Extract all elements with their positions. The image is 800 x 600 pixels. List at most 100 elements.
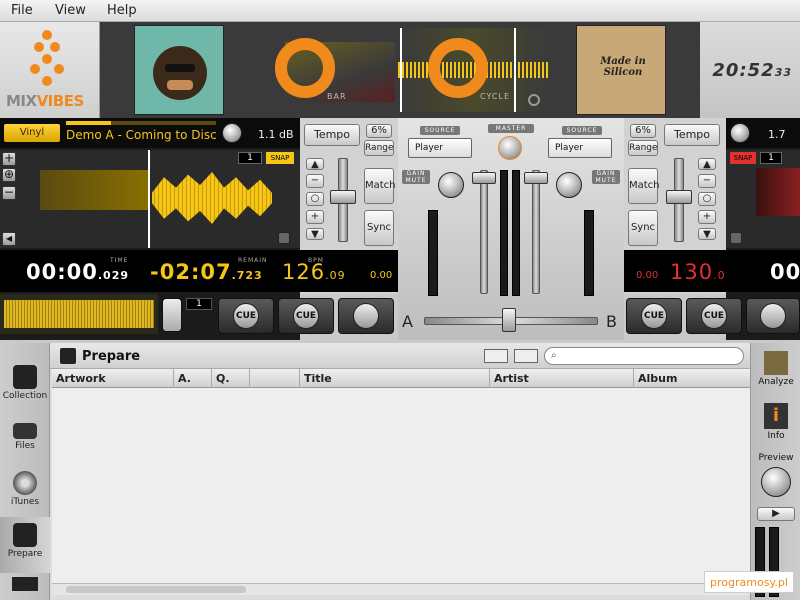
menu-help[interactable]: Help (107, 3, 137, 18)
pitch-plus-b[interactable]: + (698, 210, 716, 224)
pencil-icon-b[interactable] (730, 232, 742, 244)
zoom-out-icon-a[interactable]: − (2, 186, 16, 200)
channel-fader-right[interactable] (524, 172, 548, 184)
play-button-b[interactable] (746, 298, 800, 334)
cue-button-a2[interactable]: CUE (278, 298, 334, 334)
watermark: programosy.pl (704, 571, 794, 593)
tempo-button-a[interactable]: Tempo (304, 124, 360, 146)
pitch-minus-a[interactable]: − (306, 174, 324, 188)
pitch-fader-a[interactable] (330, 190, 356, 204)
zoom-icon[interactable] (528, 94, 540, 106)
menu-view[interactable]: View (55, 3, 86, 18)
loop-button-a[interactable] (162, 298, 182, 332)
search-input[interactable]: ⌕ (544, 347, 744, 365)
preview-knob[interactable] (761, 467, 791, 497)
cue-label-b2: CUE (701, 303, 727, 329)
source-select-left[interactable]: Player (408, 138, 472, 158)
range-button-b[interactable]: Range (628, 140, 658, 156)
sync-button-a[interactable]: Sync (364, 210, 394, 246)
channel-fader-left[interactable] (472, 172, 496, 184)
files-icon (13, 423, 37, 439)
track-list[interactable] (52, 388, 750, 583)
vinyl-button-a[interactable]: Vinyl (4, 124, 60, 142)
zoom-magnify-icon-a[interactable]: ⊕ (2, 168, 16, 182)
logo-dots-icon (30, 30, 70, 90)
cycle-label: CYCLE (480, 92, 510, 101)
nav-scroll-down-icon[interactable] (12, 577, 38, 591)
col-artist[interactable]: Artist (490, 369, 634, 388)
view-cover-icon[interactable] (514, 349, 538, 363)
col-album[interactable]: Album (634, 369, 750, 388)
pitch-reset-a[interactable]: ○ (306, 192, 324, 206)
cue-button-a1[interactable]: CUE (218, 298, 274, 334)
col-title[interactable]: Title (300, 369, 490, 388)
search-icon: ⌕ (551, 350, 557, 361)
collection-icon (13, 365, 37, 389)
preview-play-button[interactable]: ▶ (757, 507, 795, 521)
sync-button-b[interactable]: Sync (628, 210, 658, 246)
view-list-icon[interactable] (484, 349, 508, 363)
pitch-down-b[interactable]: ▼ (698, 228, 716, 240)
gain-knob-a[interactable] (222, 123, 242, 143)
pitch-fader-b[interactable] (666, 190, 692, 204)
match-button-b[interactable]: Match (628, 168, 660, 204)
pitch-up-b[interactable]: ▲ (698, 158, 716, 170)
play-button-a[interactable] (338, 298, 394, 334)
artwork-deck-b: Made in Silicon (576, 25, 666, 115)
vu-meter-master-r (512, 170, 520, 296)
tempo-button-b[interactable]: Tempo (664, 124, 720, 146)
loop-icon-a[interactable]: ◂ (2, 232, 16, 246)
nav-prepare[interactable]: Prepare (0, 517, 50, 573)
source-label-right: SOURCE (562, 126, 602, 135)
col-artwork[interactable]: Artwork (52, 369, 174, 388)
deck-b-pitch-panel: 6% Range Tempo Match Sync ▲ − ○ + ▼ 0.00… (624, 118, 733, 294)
cue-button-b1[interactable]: CUE (626, 298, 682, 334)
pitch-minus-b[interactable]: − (698, 174, 716, 188)
nav-files[interactable]: Files (0, 411, 50, 467)
col-a[interactable]: A. (174, 369, 212, 388)
nav-itunes[interactable]: iTunes (0, 465, 50, 521)
pitch-up-a[interactable]: ▲ (306, 158, 324, 170)
crossfader-a-label: A (402, 312, 413, 331)
browser: Collection Files iTunes Prepare Prepare (0, 343, 800, 600)
gain-knob-right[interactable] (556, 172, 582, 198)
cycle-ring (428, 38, 488, 98)
beat-counter-b: 1 (760, 152, 782, 164)
pitch-reset-b[interactable]: ○ (698, 192, 716, 206)
col-blank[interactable] (250, 369, 300, 388)
snap-button-a[interactable]: SNAP (266, 152, 294, 164)
overview-waveform-a[interactable] (0, 294, 158, 334)
deck-a-pitch-panel: Tempo 6% Range ▲ − ○ + ▼ Match Sync BPM … (282, 118, 398, 294)
gain-knob-left[interactable] (438, 172, 464, 198)
pencil-icon-a[interactable] (278, 232, 290, 244)
col-q[interactable]: Q. (212, 369, 250, 388)
nav-info[interactable]: i Info (751, 403, 800, 441)
match-button-a[interactable]: Match (364, 168, 396, 204)
pitch-plus-a[interactable]: + (306, 210, 324, 224)
channel-track-right (532, 170, 540, 294)
range-button-a[interactable]: Range (364, 140, 394, 156)
zoom-in-icon-a[interactable]: + (2, 152, 16, 166)
menu-file[interactable]: File (11, 3, 33, 18)
cue-button-b2[interactable]: CUE (686, 298, 742, 334)
nav-collection[interactable]: Collection (0, 359, 50, 415)
prepare-header: Prepare ⌕ (50, 343, 750, 369)
cue-label-b1: CUE (641, 303, 667, 329)
source-select-right[interactable]: Player (548, 138, 612, 158)
track-title-a: Demo A - Coming to Disco (66, 128, 216, 142)
horizontal-scrollbar[interactable] (52, 583, 750, 595)
crossfader[interactable] (502, 308, 516, 332)
waveform-a[interactable]: 1 SNAP (0, 150, 300, 248)
master-label: MASTER (488, 124, 534, 133)
cue-label-a1: CUE (233, 303, 259, 329)
pitch-down-a[interactable]: ▼ (306, 228, 324, 240)
loop-counter-a: 1 (186, 298, 212, 310)
nav-analyze[interactable]: Analyze (751, 351, 800, 387)
play-icon-a (353, 303, 379, 329)
waveform-b[interactable]: SNAP 1 (726, 150, 800, 248)
bar-ring (275, 38, 335, 98)
snap-button-b[interactable]: SNAP (730, 152, 756, 164)
gain-knob-b[interactable] (730, 123, 750, 143)
analyze-icon (764, 351, 788, 375)
master-knob[interactable] (498, 136, 522, 160)
